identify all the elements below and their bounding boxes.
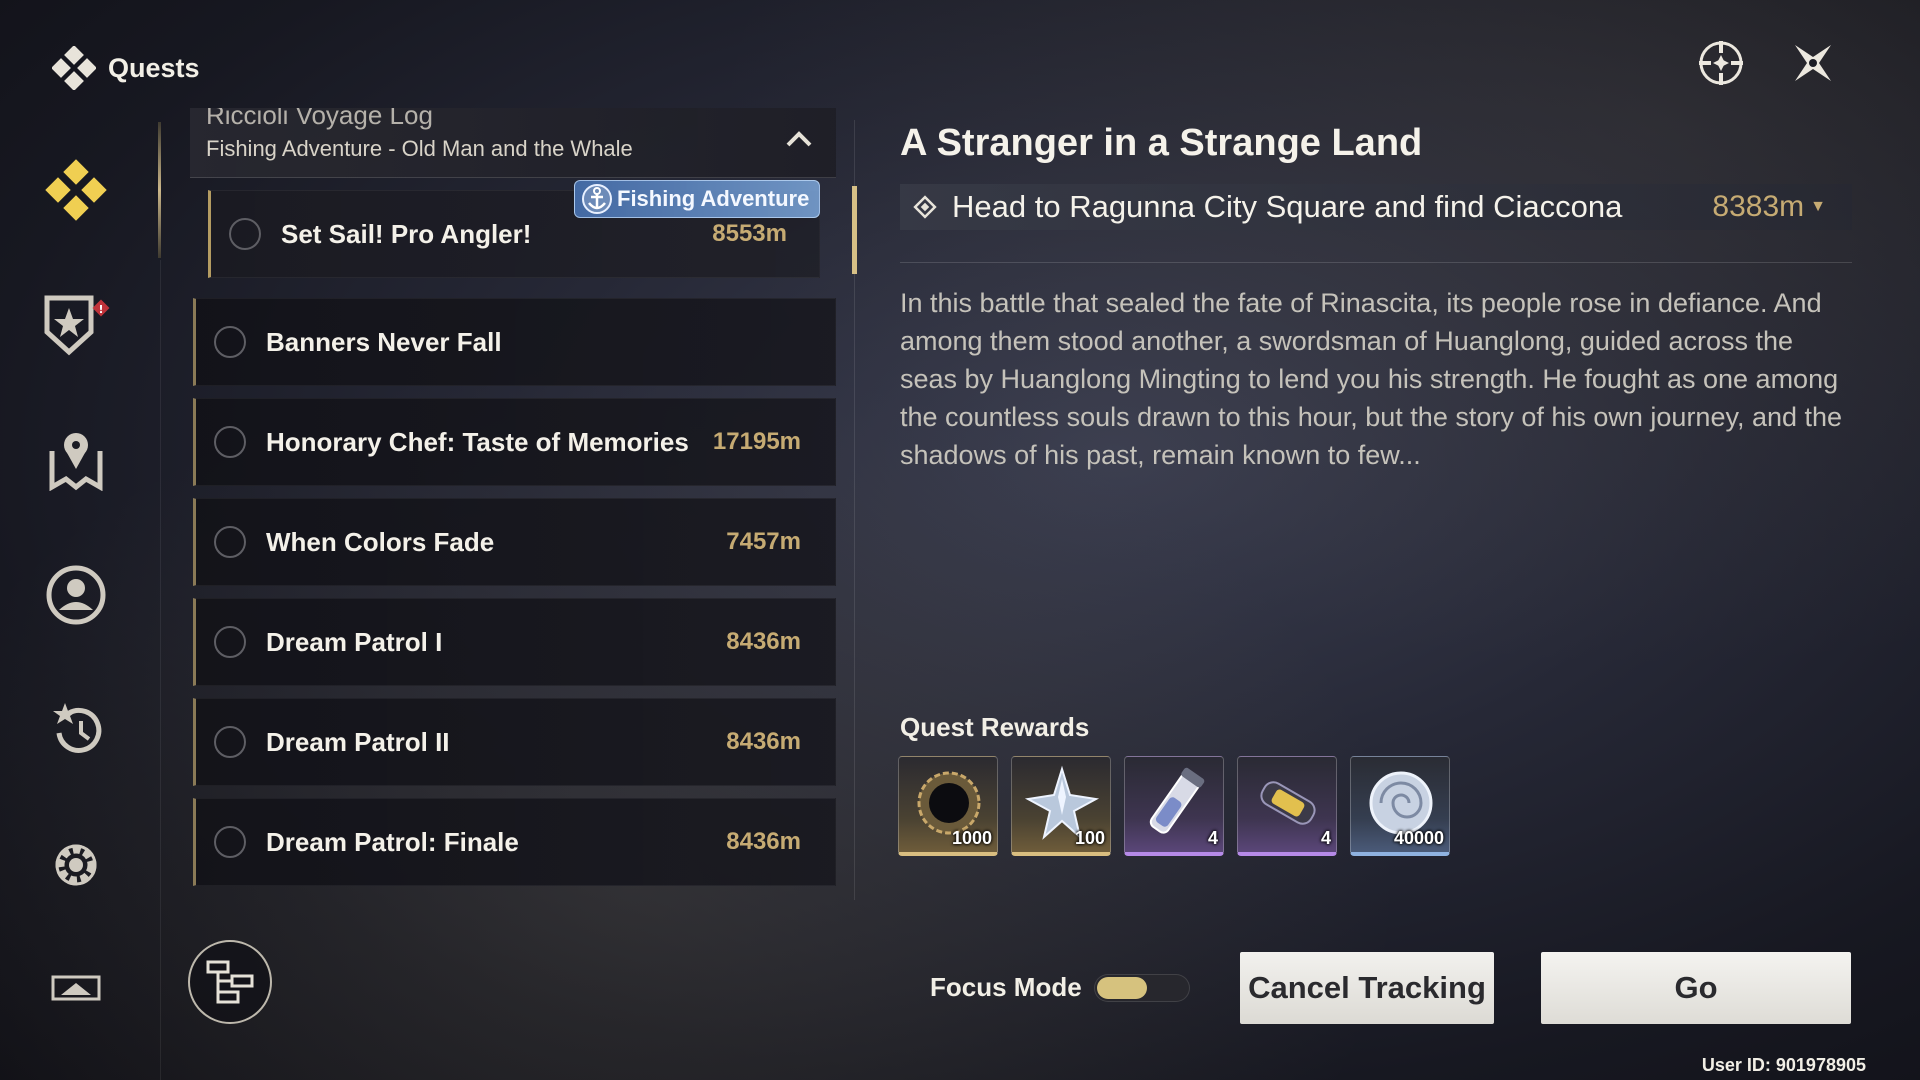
quest-status-circle — [214, 826, 246, 858]
reward-item[interactable]: 1000 — [898, 756, 998, 856]
focus-mode: Focus Mode — [930, 972, 1190, 1003]
quest-description: In this battle that sealed the fate of R… — [900, 288, 1843, 470]
user-id: User ID: 901978905 — [1701, 1055, 1866, 1075]
alert-badge: ! — [98, 303, 103, 316]
toggle-knob — [1096, 976, 1147, 999]
quest-name: Honorary Chef: Taste of Memories — [266, 426, 689, 457]
sidebar-item-map[interactable] — [36, 420, 116, 500]
reward-quantity: 4 — [1207, 828, 1218, 848]
reward-item[interactable]: 40000 — [1350, 756, 1450, 856]
quest-status-circle — [214, 726, 246, 758]
sidebar-item-settings[interactable] — [36, 825, 116, 905]
sidebar-rail — [160, 260, 161, 1080]
target-icon[interactable] — [1694, 36, 1748, 90]
rewards-label: Quest Rewards — [900, 712, 1090, 742]
quest-status-circle — [214, 326, 246, 358]
go-button[interactable]: Go — [1541, 952, 1851, 1024]
quest-item[interactable]: When Colors Fade 7457m — [193, 498, 836, 586]
focus-mode-label: Focus Mode — [930, 972, 1082, 1002]
quest-name: Dream Patrol I — [266, 626, 443, 657]
reward-quantity: 1000 — [951, 828, 992, 848]
objective-diamond-icon — [906, 194, 944, 220]
group-subtitle: Fishing Adventure - Old Man and the Whal… — [206, 136, 633, 161]
quest-detail-title: A Stranger in a Strange Land — [900, 122, 1423, 164]
page-header: Quests — [52, 46, 200, 90]
quest-item[interactable]: Banners Never Fall — [193, 298, 836, 386]
sidebar-item-replay[interactable] — [36, 690, 116, 770]
replay-star-icon — [53, 703, 102, 753]
divider — [900, 262, 1852, 263]
sidebar-item-character[interactable] — [36, 555, 116, 635]
quest-name: When Colors Fade — [266, 526, 495, 557]
rewards-list: 1000 100 4 4 40000 — [898, 756, 1450, 856]
quest-list: Riccioli Voyage Log Fishing Adventure - … — [190, 108, 838, 898]
chevron-up-icon[interactable] — [784, 124, 814, 154]
quest-distance: 8436m — [726, 728, 801, 755]
quest-distance: 17195m — [712, 428, 801, 455]
quest-name: Dream Patrol II — [266, 726, 450, 757]
sidebar-item-screen[interactable] — [36, 950, 116, 1030]
shield-star-icon: ! — [44, 295, 110, 356]
reward-quantity: 40000 — [1393, 828, 1444, 848]
quest-name: Set Sail! Pro Angler! — [281, 218, 532, 249]
quest-logo-icon — [52, 46, 96, 90]
selected-scroll-indicator — [852, 186, 857, 274]
close-icon[interactable] — [1786, 36, 1840, 90]
quest-name: Dream Patrol: Finale — [266, 826, 519, 857]
potion-vial-icon — [1149, 767, 1205, 834]
quest-tree-button[interactable] — [188, 940, 272, 1024]
tag-label: Fishing Adventure — [617, 186, 810, 211]
page-title: Quests — [108, 52, 200, 83]
caret-down-icon[interactable]: ▼ — [1810, 198, 1826, 216]
quest-item[interactable]: Dream Patrol II 8436m — [193, 698, 836, 786]
quest-status-circle — [214, 526, 246, 558]
tree-view-icon — [206, 960, 254, 1004]
top-icons — [1694, 36, 1840, 90]
sidebar-active-indicator — [158, 122, 161, 258]
quest-name: Banners Never Fall — [266, 326, 502, 357]
sidebar-item-quests[interactable] — [36, 150, 116, 230]
quest-status-circle — [214, 426, 246, 458]
quest-objective[interactable]: Head to Ragunna City Square and find Cia… — [900, 184, 1852, 230]
quest-distance: 7457m — [726, 528, 801, 555]
map-pin-icon — [49, 433, 103, 491]
focus-mode-toggle[interactable] — [1093, 973, 1190, 1002]
quest-group-header[interactable]: Riccioli Voyage Log Fishing Adventure - … — [190, 108, 836, 178]
quest-distance: 8436m — [726, 628, 801, 655]
quest-status-circle — [214, 626, 246, 658]
quest-distance: 8553m — [712, 220, 787, 247]
objective-text: Head to Ragunna City Square and find Cia… — [952, 189, 1623, 224]
sidebar-item-missions[interactable]: ! — [36, 285, 116, 365]
anchor-icon — [582, 184, 612, 214]
reward-quantity: 100 — [1074, 828, 1105, 848]
reward-quantity: 4 — [1320, 828, 1331, 848]
cancel-tracking-button[interactable]: Cancel Tracking — [1240, 952, 1494, 1024]
quest-status-circle — [229, 218, 261, 250]
quest-distance: 8436m — [726, 828, 801, 855]
reward-item[interactable]: 4 — [1237, 756, 1337, 856]
quest-item[interactable]: Honorary Chef: Taste of Memories 17195m — [193, 398, 836, 486]
screen-icon — [51, 975, 101, 1001]
quest-item[interactable]: Dream Patrol I 8436m — [193, 598, 836, 686]
quest-diamond-icon — [45, 159, 107, 221]
reward-item[interactable]: 4 — [1124, 756, 1224, 856]
character-icon — [46, 565, 106, 625]
group-title: Riccioli Voyage Log — [206, 108, 433, 130]
fishing-adventure-tag: Fishing Adventure — [574, 180, 821, 218]
energy-capsule-icon — [1260, 781, 1316, 825]
quest-item[interactable]: Dream Patrol: Finale 8436m — [193, 798, 836, 886]
reward-item[interactable]: 100 — [1011, 756, 1111, 856]
objective-distance: 8383m — [1712, 190, 1805, 223]
settings-gear-icon — [55, 844, 97, 886]
